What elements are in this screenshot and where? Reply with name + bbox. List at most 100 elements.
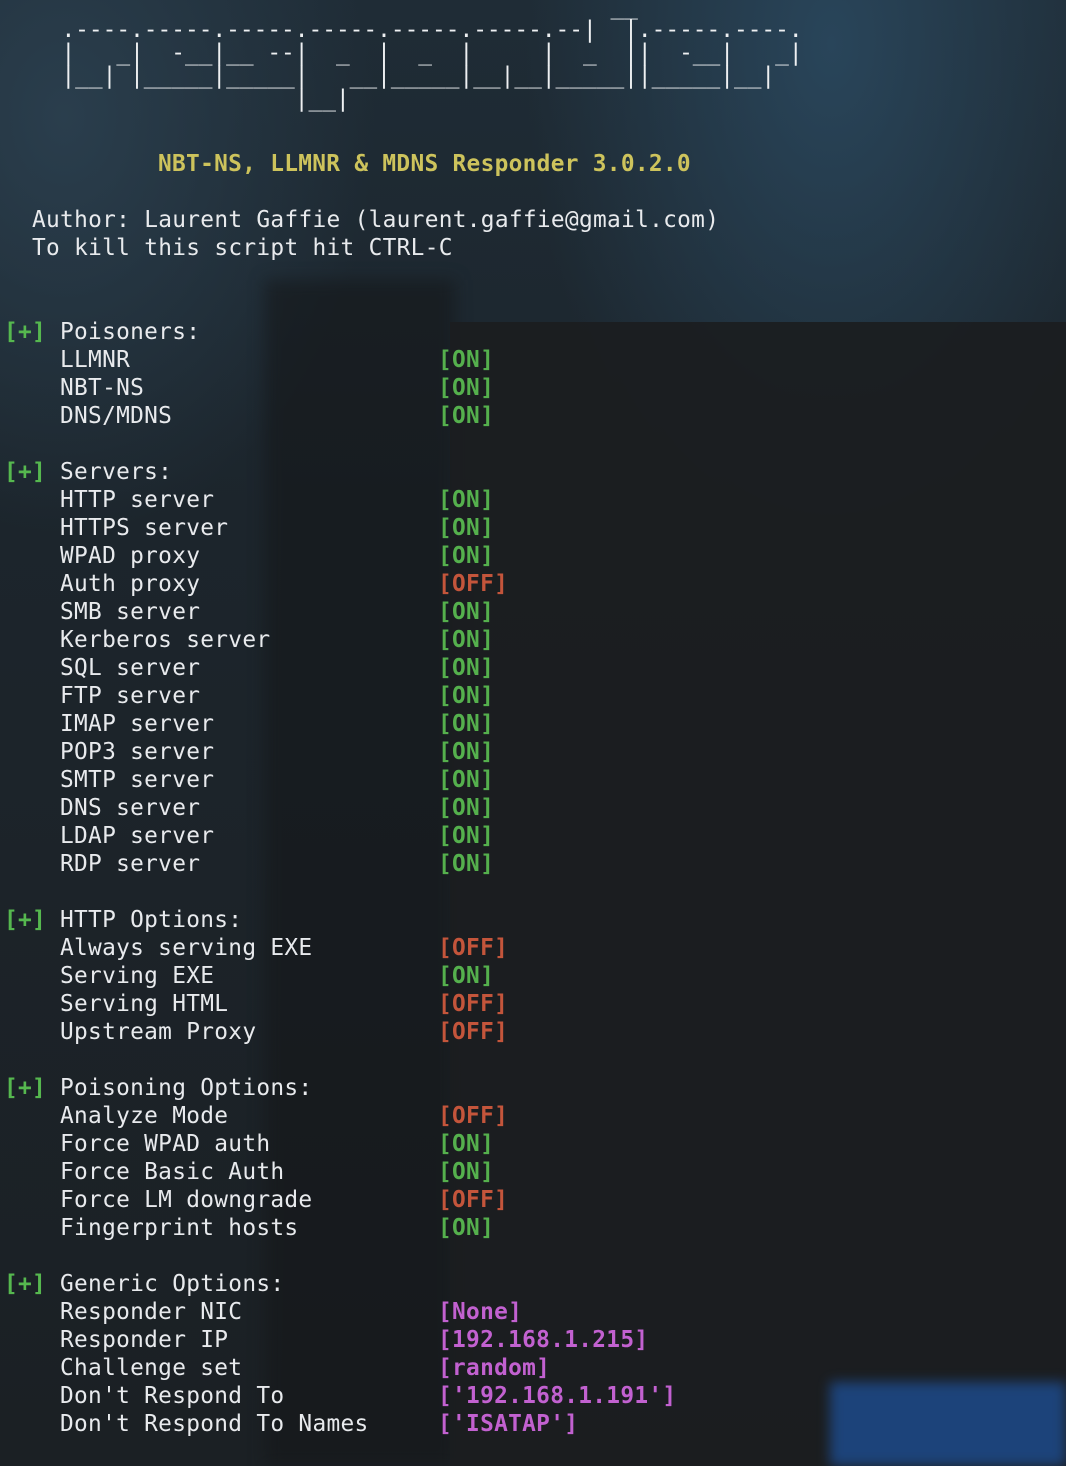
section-title: Poisoners:	[60, 319, 201, 345]
option-status-badge: [ON]	[438, 1159, 495, 1185]
author-line: Author: Laurent Gaffie (laurent.gaffie@g…	[32, 207, 720, 233]
option-label: HTTP server	[60, 487, 215, 513]
option-row: Challenge set [random]	[0, 1354, 1066, 1382]
option-row: Always serving EXE [OFF]	[0, 934, 1066, 962]
option-row: Analyze Mode [OFF]	[0, 1102, 1066, 1130]
option-label: LDAP server	[60, 823, 215, 849]
option-row: NBT-NS [ON]	[0, 374, 1066, 402]
option-label: Force LM downgrade	[60, 1187, 313, 1213]
option-status-badge: [ON]	[438, 487, 495, 513]
option-row: POP3 server [ON]	[0, 738, 1066, 766]
section-marker: [+]	[4, 907, 47, 933]
option-row: Don't Respond To Names ['ISATAP']	[0, 1410, 1066, 1438]
option-row: Force Basic Auth [ON]	[0, 1158, 1066, 1186]
option-value: [random]	[438, 1355, 551, 1381]
option-label: HTTPS server	[60, 515, 229, 541]
option-status-badge: [ON]	[438, 963, 495, 989]
option-row: Responder NIC [None]	[0, 1298, 1066, 1326]
option-status-badge: [OFF]	[438, 1019, 509, 1045]
option-label: SQL server	[60, 655, 201, 681]
option-status-badge: [ON]	[438, 543, 495, 569]
option-value: ['ISATAP']	[438, 1411, 579, 1437]
option-row: IMAP server [ON]	[0, 710, 1066, 738]
option-row: LLMNR [ON]	[0, 346, 1066, 374]
option-label: LLMNR	[60, 347, 131, 373]
option-value: [192.168.1.215]	[438, 1327, 649, 1353]
option-label: Responder IP	[60, 1327, 229, 1353]
option-row: SQL server [ON]	[0, 654, 1066, 682]
option-label: SMB server	[60, 599, 201, 625]
ascii-banner: __ .----.-----.-----.-----.-----.-----.-…	[61, 0, 803, 112]
option-row: LDAP server [ON]	[0, 822, 1066, 850]
option-label: Force Basic Auth	[60, 1159, 285, 1185]
option-row: Responder IP [192.168.1.215]	[0, 1326, 1066, 1354]
option-value: ['192.168.1.191']	[438, 1383, 677, 1409]
option-value: [None]	[438, 1299, 523, 1325]
option-row: Force WPAD auth [ON]	[0, 1130, 1066, 1158]
option-status-badge: [OFF]	[438, 1187, 509, 1213]
option-status-badge: [ON]	[438, 795, 495, 821]
option-row: DNS server [ON]	[0, 794, 1066, 822]
option-row: Force LM downgrade [OFF]	[0, 1186, 1066, 1214]
option-label: POP3 server	[60, 739, 215, 765]
option-row: HTTP server [ON]	[0, 486, 1066, 514]
option-status-badge: [ON]	[438, 347, 495, 373]
option-row: WPAD proxy [ON]	[0, 542, 1066, 570]
option-label: Analyze Mode	[60, 1103, 229, 1129]
option-label: RDP server	[60, 851, 201, 877]
option-status-badge: [ON]	[438, 1215, 495, 1241]
option-label: Don't Respond To Names	[60, 1411, 369, 1437]
option-label: Always serving EXE	[60, 935, 313, 961]
section-heading: [+] HTTP Options:	[0, 906, 1066, 934]
option-row: SMB server [ON]	[0, 598, 1066, 626]
option-status-badge: [ON]	[438, 627, 495, 653]
option-status-badge: [ON]	[438, 403, 495, 429]
section-title: Poisoning Options:	[60, 1075, 313, 1101]
option-label: Serving HTML	[60, 991, 229, 1017]
option-label: WPAD proxy	[60, 543, 201, 569]
option-status-badge: [ON]	[438, 1131, 495, 1157]
section-heading: [+] Poisoning Options:	[0, 1074, 1066, 1102]
option-row: Auth proxy [OFF]	[0, 570, 1066, 598]
option-label: Challenge set	[60, 1355, 243, 1381]
option-label: DNS server	[60, 795, 201, 821]
option-status-badge: [ON]	[438, 767, 495, 793]
option-status-badge: [ON]	[438, 375, 495, 401]
option-row: DNS/MDNS [ON]	[0, 402, 1066, 430]
section-marker: [+]	[4, 459, 47, 485]
option-label: DNS/MDNS	[60, 403, 173, 429]
option-status-badge: [OFF]	[438, 935, 509, 961]
option-status-badge: [ON]	[438, 655, 495, 681]
section-title: HTTP Options:	[60, 907, 243, 933]
section-title: Generic Options:	[60, 1271, 285, 1297]
option-status-badge: [ON]	[438, 823, 495, 849]
option-row: FTP server [ON]	[0, 682, 1066, 710]
option-status-badge: [OFF]	[438, 1103, 509, 1129]
kill-hint-line: To kill this script hit CTRL-C	[32, 235, 453, 261]
tool-title: NBT-NS, LLMNR & MDNS Responder 3.0.2.0	[158, 151, 691, 177]
option-label: Kerberos server	[60, 627, 271, 653]
option-label: Force WPAD auth	[60, 1131, 271, 1157]
option-row: Serving EXE [ON]	[0, 962, 1066, 990]
option-label: Responder NIC	[60, 1299, 243, 1325]
option-label: NBT-NS	[60, 375, 145, 401]
option-status-badge: [OFF]	[438, 991, 509, 1017]
option-label: Auth proxy	[60, 571, 201, 597]
option-row: SMTP server [ON]	[0, 766, 1066, 794]
option-label: Don't Respond To	[60, 1383, 285, 1409]
section-marker: [+]	[4, 1075, 47, 1101]
option-status-badge: [ON]	[438, 711, 495, 737]
option-row: Upstream Proxy [OFF]	[0, 1018, 1066, 1046]
option-row: Fingerprint hosts [ON]	[0, 1214, 1066, 1242]
section-marker: [+]	[4, 319, 47, 345]
section-title: Servers:	[60, 459, 173, 485]
option-status-badge: [ON]	[438, 683, 495, 709]
terminal-output[interactable]: __ .----.-----.-----.-----.-----.-----.-…	[0, 0, 1066, 1466]
option-row: Serving HTML [OFF]	[0, 990, 1066, 1018]
option-status-badge: [OFF]	[438, 571, 509, 597]
option-label: Upstream Proxy	[60, 1019, 257, 1045]
section-marker: [+]	[4, 1271, 47, 1297]
option-status-badge: [ON]	[438, 851, 495, 877]
option-row: HTTPS server [ON]	[0, 514, 1066, 542]
option-status-badge: [ON]	[438, 599, 495, 625]
